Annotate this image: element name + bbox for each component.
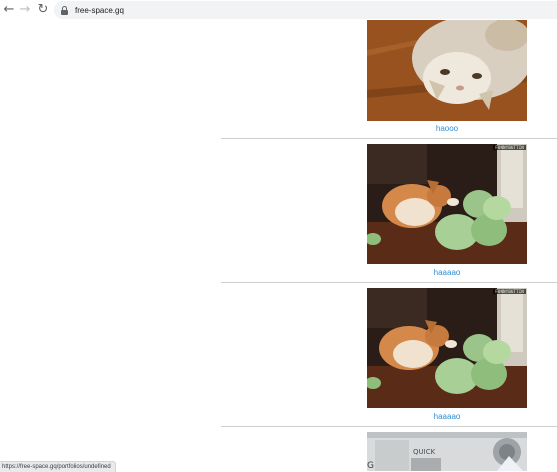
post-caption-link[interactable]: haaaao [367, 268, 527, 277]
status-bar-link-preview: https://free-space.gq/portfolios/undefin… [0, 461, 116, 472]
post-divider [221, 138, 557, 139]
post-caption-link[interactable]: haooo [367, 124, 527, 133]
address-bar[interactable]: free-space.gq [54, 1, 557, 19]
watermark: FUNNYBUTTIN [493, 289, 526, 294]
svg-text:G: G [367, 461, 374, 471]
watermark: FUNNYBUTTIN [493, 145, 526, 150]
back-arrow-icon[interactable]: ← [1, 0, 17, 20]
browser-toolbar: ← → ↻ free-space.gq [0, 0, 557, 20]
svg-text:QUICK: QUICK [413, 448, 436, 456]
address-url[interactable]: free-space.gq [75, 6, 124, 15]
post-caption-link[interactable]: haaaao [367, 412, 527, 421]
post-image-corgi[interactable]: FUNNYBUTTIN [367, 288, 527, 408]
post-image-machine[interactable]: QUICK G [367, 432, 527, 471]
post-image-corgi[interactable]: FUNNYBUTTIN [367, 144, 527, 264]
post-divider [221, 282, 557, 283]
reload-icon[interactable]: ↻ [35, 0, 51, 20]
page-content: haooo FUNNYBUTTIN haaaao FUNNYBUTTIN haa… [0, 20, 557, 471]
post-divider [221, 426, 557, 427]
forward-arrow-icon[interactable]: → [17, 0, 33, 20]
post-image-cat[interactable] [367, 20, 527, 121]
lock-icon[interactable] [61, 6, 68, 15]
